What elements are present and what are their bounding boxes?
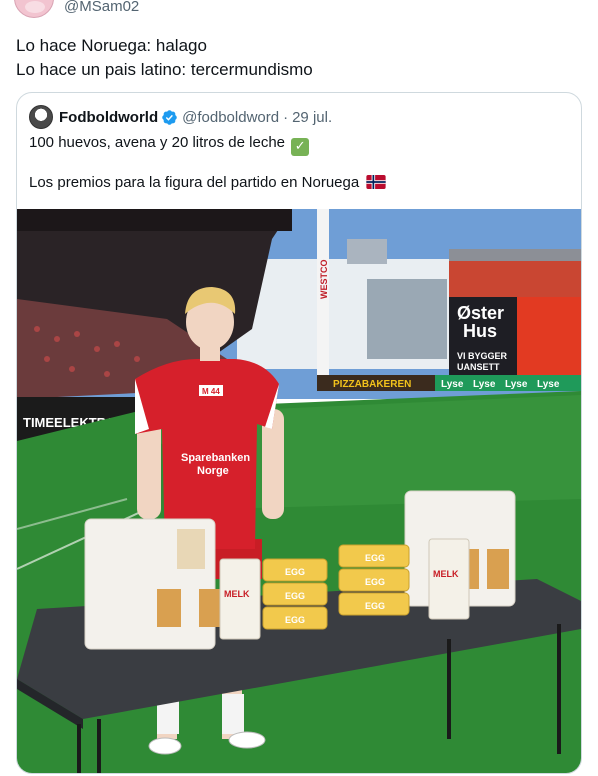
quote-avatar bbox=[29, 105, 53, 129]
oster-hus-sign: Øster bbox=[457, 303, 504, 323]
avatar[interactable] bbox=[14, 0, 54, 18]
lyse-sign: Lyse bbox=[441, 379, 464, 390]
tweet-line: Lo hace un pais latino: tercermundismo bbox=[16, 60, 313, 79]
author-handle[interactable]: @MSam02 bbox=[64, 0, 139, 15]
verified-badge-icon bbox=[162, 109, 177, 125]
quote-line-2: Los premios para la figura del partido e… bbox=[29, 174, 360, 191]
svg-text:EGG: EGG bbox=[285, 591, 305, 601]
svg-text:EGG: EGG bbox=[285, 567, 305, 577]
svg-text:EGG: EGG bbox=[365, 553, 385, 563]
vi-bygger-sign: VI BYGGER bbox=[457, 351, 508, 361]
quote-line-1: 100 huevos, avena y 20 litros de leche bbox=[29, 134, 286, 151]
tweet-text: Lo hace Noruega: halago Lo hace un pais … bbox=[16, 34, 313, 82]
quote-tweet-card[interactable]: Fodboldworld @fodboldword · 29 jul. 100 … bbox=[16, 92, 582, 774]
milk-carton-label: MELK bbox=[224, 589, 250, 599]
svg-text:EGG: EGG bbox=[365, 601, 385, 611]
stadium-photo-illustration: WESTCO Øster Hus VI BYGGER UANSETT Lyse … bbox=[17, 209, 581, 773]
quote-header: Fodboldworld @fodboldword · 29 jul. bbox=[29, 105, 332, 129]
milk-carton-label: MELK bbox=[433, 569, 459, 579]
pizzabakeren-sign: PIZZABAKEREN bbox=[333, 379, 411, 390]
quote-text: 100 huevos, avena y 20 litros de leche ✓… bbox=[29, 133, 386, 193]
lyse-sign: Lyse bbox=[537, 379, 560, 390]
lyse-sign: Lyse bbox=[473, 379, 496, 390]
author-row: @MSam02 bbox=[14, 0, 139, 18]
jersey-badge: M 44 bbox=[202, 387, 220, 396]
quote-author-handle: @fodboldword bbox=[182, 108, 280, 126]
norway-flag-icon bbox=[366, 175, 386, 189]
svg-text:EGG: EGG bbox=[285, 615, 305, 625]
tweet-line: Lo hace Noruega: halago bbox=[16, 36, 207, 55]
jersey-sponsor: Sparebanken bbox=[181, 452, 250, 464]
westcon-sign: WESTCO bbox=[319, 260, 329, 300]
tweet-photo[interactable]: WESTCO Øster Hus VI BYGGER UANSETT Lyse … bbox=[17, 209, 581, 773]
oster-hus-sign: Hus bbox=[463, 321, 497, 341]
quote-author-name: Fodboldworld bbox=[59, 108, 159, 126]
separator-dot: · bbox=[283, 108, 289, 126]
svg-text:EGG: EGG bbox=[365, 577, 385, 587]
check-mark-icon: ✓ bbox=[291, 138, 310, 156]
quote-date: 29 jul. bbox=[292, 108, 333, 126]
lyse-sign: Lyse bbox=[505, 379, 528, 390]
jersey-sponsor: Norge bbox=[197, 465, 229, 477]
vi-bygger-sign: UANSETT bbox=[457, 362, 500, 372]
